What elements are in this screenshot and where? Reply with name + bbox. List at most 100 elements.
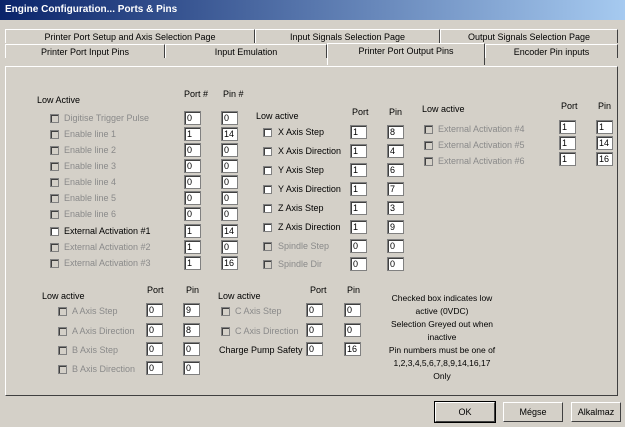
pin-input[interactable]: 4 <box>387 144 404 158</box>
tab-input-emulation[interactable]: Input Emulation <box>165 44 327 58</box>
checkbox[interactable] <box>58 365 67 374</box>
checkbox[interactable] <box>424 125 433 134</box>
port-input[interactable]: 0 <box>184 191 201 205</box>
tab-port-setup[interactable]: Printer Port Setup and Axis Selection Pa… <box>5 29 255 43</box>
port-input[interactable]: 1 <box>184 127 201 141</box>
port-input[interactable]: 0 <box>306 323 323 337</box>
pin-input[interactable]: 7 <box>387 182 404 196</box>
port-input[interactable]: 0 <box>184 175 201 189</box>
port-input[interactable]: 1 <box>559 136 576 150</box>
port-input[interactable]: 0 <box>146 323 163 337</box>
pin-input[interactable]: 14 <box>221 224 238 238</box>
checkbox[interactable] <box>263 204 272 213</box>
tab-row-1: Printer Port Setup and Axis Selection Pa… <box>5 29 618 44</box>
pin-input[interactable]: 14 <box>221 127 238 141</box>
pin-input[interactable]: 8 <box>387 125 404 139</box>
cancel-button[interactable]: Mégse <box>503 402 563 422</box>
pin-input[interactable]: 1 <box>596 120 613 134</box>
ok-button[interactable]: OK <box>434 401 496 423</box>
checkbox[interactable] <box>263 166 272 175</box>
tab-panel: Low Active Port # Pin # Digitise Trigger… <box>5 66 618 396</box>
checkbox[interactable] <box>50 130 59 139</box>
checkbox[interactable] <box>50 194 59 203</box>
checkbox[interactable] <box>263 147 272 156</box>
checkbox[interactable] <box>263 260 272 269</box>
port-input[interactable]: 0 <box>184 111 201 125</box>
port-input[interactable]: 0 <box>146 361 163 375</box>
pin-input[interactable]: 16 <box>596 152 613 166</box>
port-input[interactable]: 1 <box>559 120 576 134</box>
pin-input[interactable]: 0 <box>221 111 238 125</box>
pin-input[interactable]: 0 <box>387 239 404 253</box>
pin-input[interactable]: 0 <box>221 175 238 189</box>
pin-input[interactable]: 8 <box>183 323 200 337</box>
tab-output-signals[interactable]: Output Signals Selection Page <box>440 29 618 43</box>
port-input[interactable]: 1 <box>350 182 367 196</box>
row-label: Y Axis Direction <box>278 184 341 194</box>
port-input[interactable]: 1 <box>184 256 201 270</box>
pin-input[interactable]: 0 <box>221 191 238 205</box>
pin-input[interactable]: 0 <box>344 303 361 317</box>
pin-input[interactable]: 0 <box>221 143 238 157</box>
port-input[interactable]: 0 <box>184 159 201 173</box>
checkbox[interactable] <box>50 162 59 171</box>
port-input[interactable]: 1 <box>350 125 367 139</box>
port-input[interactable]: 0 <box>306 303 323 317</box>
checkbox[interactable] <box>50 114 59 123</box>
pin-input[interactable]: 0 <box>344 323 361 337</box>
checkbox[interactable] <box>424 157 433 166</box>
checkbox[interactable] <box>50 243 59 252</box>
charge-pump-port-input[interactable]: 0 <box>306 342 323 356</box>
port-input[interactable]: 0 <box>146 342 163 356</box>
checkbox[interactable] <box>424 141 433 150</box>
checkbox[interactable] <box>263 223 272 232</box>
port-input[interactable]: 0 <box>184 143 201 157</box>
checkbox[interactable] <box>221 327 230 336</box>
tab-output-pins[interactable]: Printer Port Output Pins <box>327 43 485 65</box>
port-input[interactable]: 1 <box>184 224 201 238</box>
checkbox[interactable] <box>263 128 272 137</box>
pin-input[interactable]: 0 <box>387 257 404 271</box>
pin-input[interactable]: 16 <box>221 256 238 270</box>
port-input[interactable]: 1 <box>559 152 576 166</box>
checkbox[interactable] <box>263 185 272 194</box>
note-line: inactive <box>427 332 457 342</box>
checkbox[interactable] <box>58 346 67 355</box>
checkbox[interactable] <box>50 259 59 268</box>
port-input[interactable]: 0 <box>350 239 367 253</box>
checkbox[interactable] <box>50 227 59 236</box>
checkbox[interactable] <box>263 242 272 251</box>
apply-button[interactable]: Alkalmaz <box>571 402 621 422</box>
group5-title: Low active <box>218 291 261 301</box>
pin-input[interactable]: 0 <box>183 361 200 375</box>
charge-pump-pin-input[interactable]: 16 <box>344 342 361 356</box>
group5-port-header: Port <box>310 285 327 295</box>
pin-input[interactable]: 0 <box>221 207 238 221</box>
checkbox[interactable] <box>58 327 67 336</box>
tab-encoder-pins[interactable]: Encoder Pin inputs <box>485 44 618 58</box>
row-label: B Axis Step <box>72 345 119 355</box>
pin-input[interactable]: 0 <box>221 240 238 254</box>
checkbox[interactable] <box>50 178 59 187</box>
checkbox[interactable] <box>50 146 59 155</box>
checkbox[interactable] <box>50 210 59 219</box>
port-input[interactable]: 1 <box>350 163 367 177</box>
pin-input[interactable]: 0 <box>183 342 200 356</box>
pin-input[interactable]: 14 <box>596 136 613 150</box>
port-input[interactable]: 1 <box>350 220 367 234</box>
port-input[interactable]: 0 <box>350 257 367 271</box>
checkbox[interactable] <box>58 307 67 316</box>
port-input[interactable]: 0 <box>184 207 201 221</box>
pin-input[interactable]: 0 <box>221 159 238 173</box>
pin-input[interactable]: 6 <box>387 163 404 177</box>
pin-input[interactable]: 3 <box>387 201 404 215</box>
port-input[interactable]: 0 <box>146 303 163 317</box>
checkbox[interactable] <box>221 307 230 316</box>
port-input[interactable]: 1 <box>350 144 367 158</box>
pin-input[interactable]: 9 <box>387 220 404 234</box>
tab-input-signals[interactable]: Input Signals Selection Page <box>255 29 440 43</box>
port-input[interactable]: 1 <box>184 240 201 254</box>
pin-input[interactable]: 9 <box>183 303 200 317</box>
port-input[interactable]: 1 <box>350 201 367 215</box>
tab-input-pins[interactable]: Printer Port Input Pins <box>5 44 165 58</box>
